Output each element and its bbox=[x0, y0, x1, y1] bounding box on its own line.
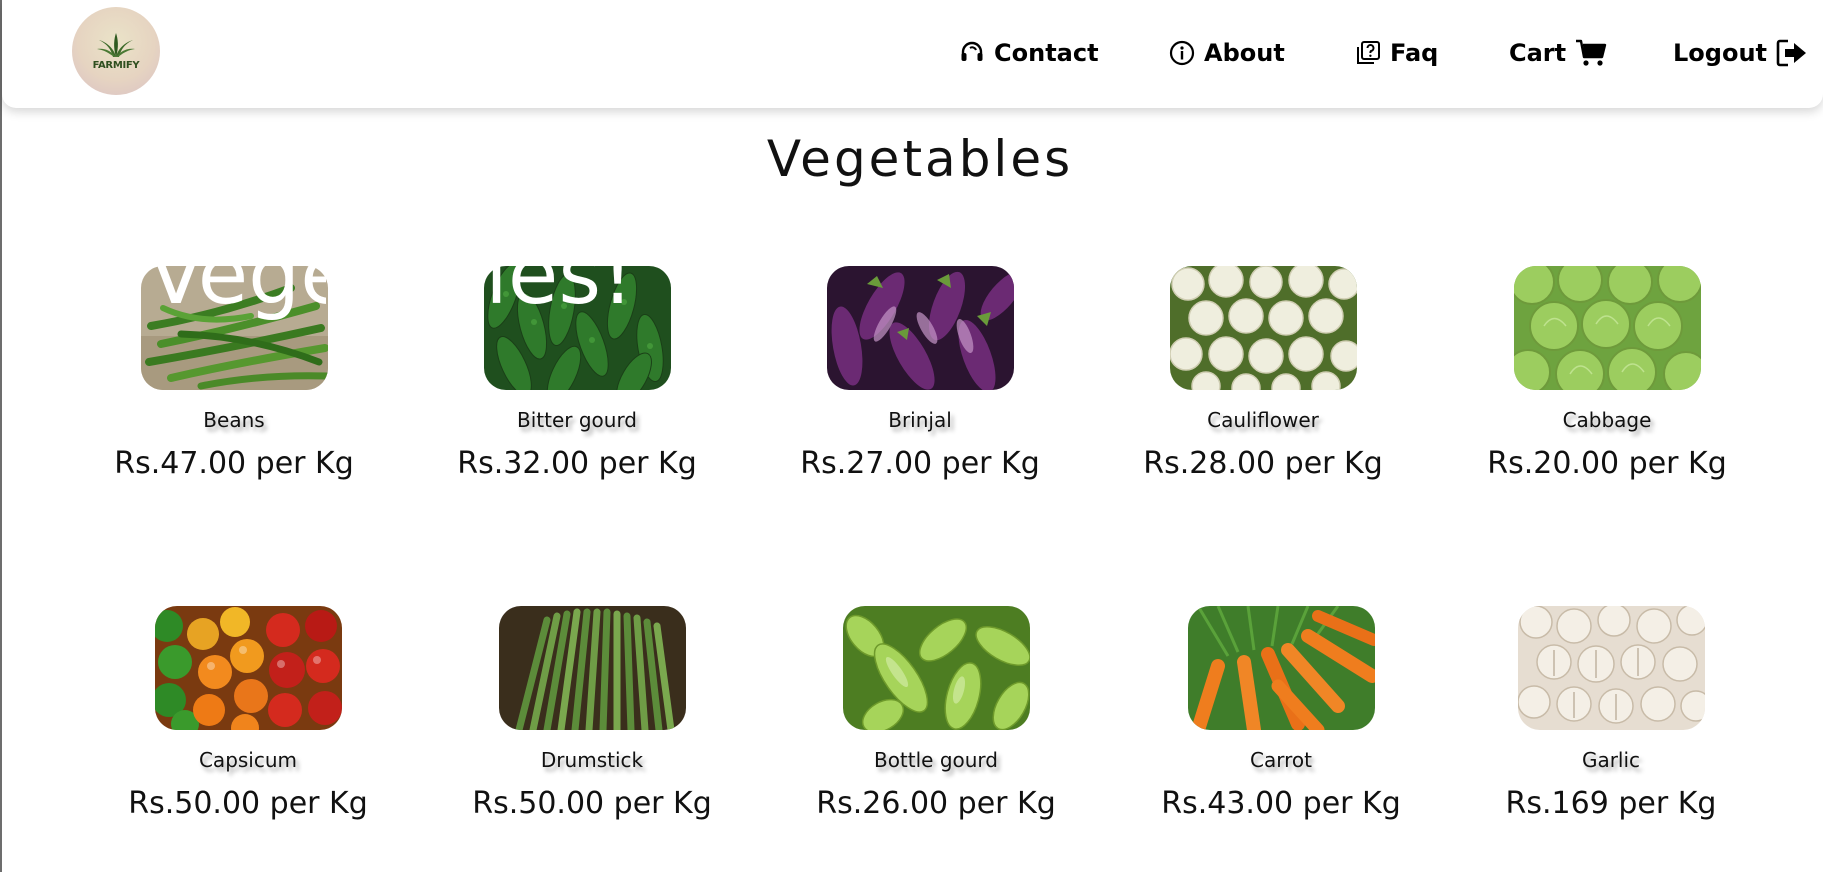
product-card-carrot[interactable]: Carrot Rs.43.00 per Kg bbox=[1131, 606, 1431, 824]
product-card-cabbage[interactable]: Cabbage Rs.20.00 per Kg bbox=[1457, 266, 1757, 484]
farmify-logo[interactable]: FARMIFY bbox=[72, 7, 160, 95]
product-name: Beans bbox=[203, 408, 265, 432]
nav-faq-link[interactable]: Faq bbox=[1355, 34, 1438, 72]
product-card-brinjal[interactable]: Brinjal Rs.27.00 per Kg bbox=[770, 266, 1070, 484]
drumstick-image bbox=[498, 606, 686, 730]
brinjal-image bbox=[826, 266, 1014, 390]
product-name: Bottle gourd bbox=[873, 748, 999, 772]
product-name: Drumstick bbox=[540, 748, 644, 772]
product-price: Rs.43.00 per Kg bbox=[1161, 786, 1401, 821]
product-name: Cabbage bbox=[1562, 408, 1652, 432]
product-card-bitter-gourd[interactable]: Bitter gourd Rs.32.00 per Kg bbox=[427, 266, 727, 484]
page-title: Vegetables bbox=[766, 130, 1074, 188]
logout-icon bbox=[1776, 39, 1807, 67]
nav-cart-label: Cart bbox=[1509, 39, 1567, 67]
product-price: Rs.32.00 per Kg bbox=[457, 446, 697, 481]
nav-faq-label: Faq bbox=[1390, 39, 1439, 67]
product-card-garlic[interactable]: Garlic Rs.169 per Kg bbox=[1461, 606, 1761, 824]
info-circle-icon bbox=[1169, 40, 1195, 66]
nav-logout-label: Logout bbox=[1673, 39, 1768, 67]
nav-logout-link[interactable]: Logout bbox=[1673, 34, 1808, 72]
product-name: Bitter gourd bbox=[516, 408, 638, 432]
navbar: FARMIFY Contact About Faq Cart Logout bbox=[2, 0, 1823, 108]
nav-about-label: About bbox=[1204, 39, 1285, 67]
beans-image bbox=[140, 266, 328, 390]
product-price: Rs.20.00 per Kg bbox=[1487, 446, 1727, 481]
product-price: Rs.50.00 per Kg bbox=[128, 786, 368, 821]
product-price: Rs.169 per Kg bbox=[1505, 786, 1717, 821]
product-price: Rs.47.00 per Kg bbox=[114, 446, 354, 481]
product-card-bottle-gourd[interactable]: Bottle gourd Rs.26.00 per Kg bbox=[786, 606, 1086, 824]
carrot-image bbox=[1187, 606, 1375, 730]
logo-text: FARMIFY bbox=[92, 59, 140, 71]
nav-contact-link[interactable]: Contact bbox=[959, 34, 1099, 72]
product-card-capsicum[interactable]: Capsicum Rs.50.00 per Kg bbox=[98, 606, 398, 824]
cart-icon bbox=[1576, 39, 1607, 66]
leaf-icon bbox=[97, 32, 135, 57]
product-card-drumstick[interactable]: Drumstick Rs.50.00 per Kg bbox=[442, 606, 742, 824]
product-price: Rs.50.00 per Kg bbox=[472, 786, 712, 821]
bottle-gourd-image bbox=[842, 606, 1030, 730]
product-name: Brinjal bbox=[888, 408, 952, 432]
nav-contact-label: Contact bbox=[994, 39, 1099, 67]
product-name: Cauliflower bbox=[1207, 408, 1319, 432]
nav-cart-link[interactable]: Cart bbox=[1509, 34, 1607, 72]
cabbage-image bbox=[1513, 266, 1701, 390]
nav-about-link[interactable]: About bbox=[1169, 34, 1285, 72]
product-name: Garlic bbox=[1581, 748, 1641, 772]
garlic-image bbox=[1517, 606, 1705, 730]
cauliflower-image bbox=[1169, 266, 1357, 390]
bitter-gourd-image bbox=[483, 266, 671, 390]
product-name: Carrot bbox=[1250, 748, 1312, 772]
product-card-cauliflower[interactable]: Cauliflower Rs.28.00 per Kg bbox=[1113, 266, 1413, 484]
product-price: Rs.26.00 per Kg bbox=[816, 786, 1056, 821]
product-name: Capsicum bbox=[198, 748, 298, 772]
product-price: Rs.28.00 per Kg bbox=[1143, 446, 1383, 481]
capsicum-image bbox=[154, 606, 342, 730]
question-box-icon bbox=[1357, 41, 1380, 64]
product-price: Rs.27.00 per Kg bbox=[800, 446, 1040, 481]
product-card-beans[interactable]: Beans Rs.47.00 per Kg bbox=[84, 266, 384, 484]
headset-icon bbox=[961, 41, 983, 61]
